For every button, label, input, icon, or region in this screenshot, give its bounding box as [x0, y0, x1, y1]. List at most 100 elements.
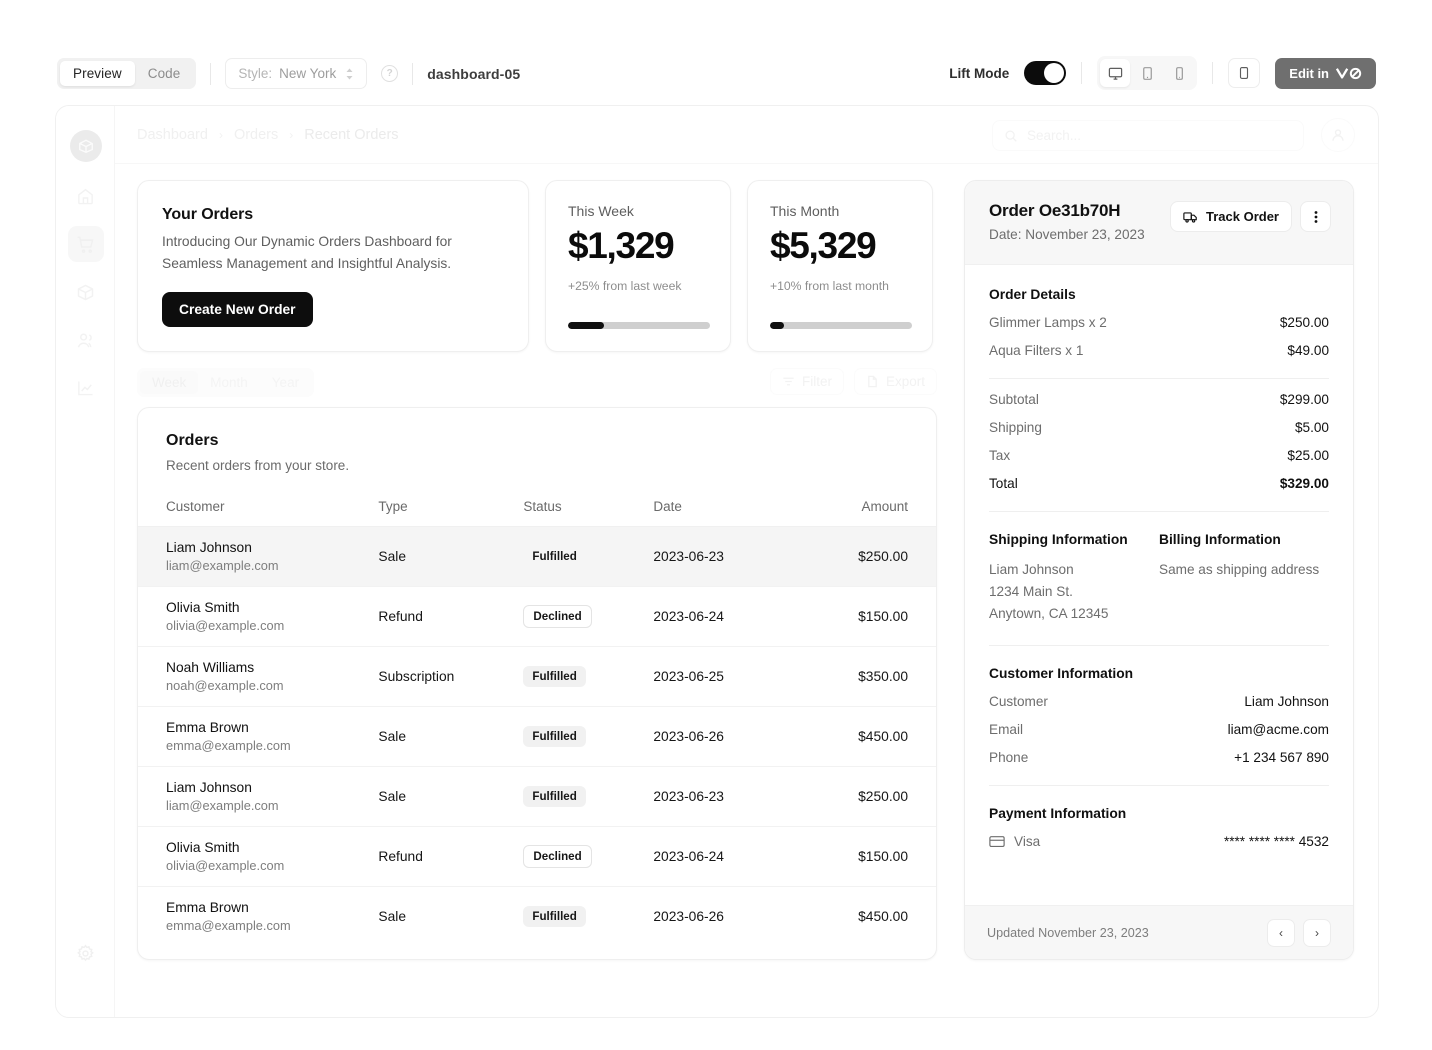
table-row[interactable]: Olivia Smitholivia@example.comRefundDecl… [138, 587, 936, 647]
table-row[interactable]: Noah Williamsnoah@example.comSubscriptio… [138, 647, 936, 707]
cell-status: Declined [523, 827, 653, 887]
style-select[interactable]: Style: New York [225, 58, 367, 89]
column-header-date[interactable]: Date [653, 499, 813, 527]
sidebar-item-home[interactable] [68, 178, 104, 214]
tablet-view-button[interactable] [1132, 59, 1162, 87]
page-topbar: Dashboard › Orders › Recent Orders Searc… [115, 106, 1378, 164]
cell-status: Declined [523, 587, 653, 647]
period-tabs[interactable]: Week Month Year [137, 368, 314, 397]
shipping-address: Liam Johnson1234 Main St.Anytown, CA 123… [989, 559, 1159, 625]
order-panel-body: Order Details Glimmer Lamps x 2$250.00Aq… [965, 265, 1353, 849]
customer-row-value: +1 234 567 890 [1234, 750, 1329, 765]
desktop-view-button[interactable] [1100, 59, 1130, 87]
search-input[interactable]: Search... [992, 120, 1304, 151]
line-item-label: Glimmer Lamps x 2 [989, 315, 1107, 330]
export-button[interactable]: Export [854, 368, 937, 395]
table-row[interactable]: Liam Johnsonliam@example.comSaleFulfille… [138, 527, 936, 587]
device-size-group[interactable] [1097, 56, 1197, 90]
toolbar-divider-3 [1081, 62, 1082, 84]
cell-date: 2023-06-26 [653, 707, 813, 767]
stat-value-week: $1,329 [568, 225, 708, 267]
tab-year[interactable]: Year [260, 371, 311, 394]
breadcrumb-dashboard[interactable]: Dashboard [137, 127, 208, 143]
customer-info: Customer Information CustomerLiam Johnso… [989, 666, 1329, 765]
customer-email: emma@example.com [166, 918, 378, 933]
filter-button[interactable]: Filter [770, 368, 844, 395]
tab-month[interactable]: Month [198, 371, 260, 394]
cell-date: 2023-06-24 [653, 827, 813, 887]
column-header-status[interactable]: Status [523, 499, 653, 527]
status-badge: Fulfilled [523, 666, 585, 687]
customer-name: Liam Johnson [166, 780, 378, 795]
total-amount: $5.00 [1295, 420, 1329, 435]
more-options-icon[interactable] [1300, 201, 1331, 232]
table-row[interactable]: Emma Brownemma@example.comSaleFulfilled2… [138, 707, 936, 767]
truck-icon [1183, 210, 1198, 224]
tab-code[interactable]: Code [135, 61, 194, 86]
copy-icon[interactable] [1228, 58, 1260, 88]
tab-preview[interactable]: Preview [60, 61, 135, 86]
your-orders-card: Your Orders Introducing Our Dynamic Orde… [137, 180, 529, 352]
status-badge: Fulfilled [523, 726, 585, 747]
status-badge: Fulfilled [523, 546, 585, 567]
preview-code-segmented-control[interactable]: Preview Code [57, 58, 196, 89]
cell-type: Sale [378, 887, 523, 947]
total-amount: $299.00 [1280, 392, 1329, 407]
sidebar-item-analytics[interactable] [68, 370, 104, 406]
toolbar-left-group: Preview Code Style: New York ? dashboard… [57, 58, 520, 89]
cell-type: Sale [378, 527, 523, 587]
sidebar-item-products[interactable] [68, 274, 104, 310]
stat-card-this-week: This Week $1,329 +25% from last week [545, 180, 731, 352]
cell-status: Fulfilled [523, 707, 653, 767]
column-header-customer[interactable]: Customer [138, 499, 378, 527]
order-panel-header: Order Oe31b70H Date: November 23, 2023 T… [965, 181, 1353, 265]
previous-order-button[interactable]: ‹ [1267, 919, 1295, 947]
order-detail-panel: Order Oe31b70H Date: November 23, 2023 T… [964, 180, 1354, 960]
toolbar-divider-2 [412, 63, 413, 85]
avatar[interactable] [1321, 118, 1355, 152]
payment-info: Payment Information Visa **** **** **** … [989, 806, 1329, 849]
total-row: Tax$25.00 [989, 448, 1329, 463]
mobile-view-button[interactable] [1164, 59, 1194, 87]
customer-row-label: Email [989, 722, 1023, 737]
table-row[interactable]: Olivia Smitholivia@example.comRefundDecl… [138, 827, 936, 887]
customer-email: olivia@example.com [166, 858, 378, 873]
line-item: Glimmer Lamps x 2$250.00 [989, 315, 1329, 330]
total-row: Total$329.00 [989, 476, 1329, 491]
cell-customer: Emma Brownemma@example.com [138, 887, 378, 947]
filter-label: Filter [802, 374, 832, 389]
edit-in-v0-button[interactable]: Edit in [1275, 58, 1376, 89]
total-label: Subtotal [989, 392, 1039, 407]
tab-week[interactable]: Week [140, 371, 198, 394]
customer-row-value: liam@acme.com [1228, 722, 1329, 737]
column-header-amount[interactable]: Amount [813, 499, 936, 527]
cell-status: Fulfilled [523, 887, 653, 947]
breadcrumb-separator-1: › [219, 128, 223, 142]
your-orders-title: Your Orders [162, 206, 504, 224]
divider-customer [989, 785, 1329, 786]
payment-method: Visa [989, 834, 1040, 849]
lift-mode-toggle[interactable] [1024, 61, 1066, 85]
v0-logo-icon [1336, 67, 1362, 80]
sidebar-item-customers[interactable] [68, 322, 104, 358]
create-new-order-button[interactable]: Create New Order [162, 292, 313, 327]
next-order-button[interactable]: › [1303, 919, 1331, 947]
orders-card-header: Orders Recent orders from your store. [138, 432, 936, 473]
table-row[interactable]: Liam Johnsonliam@example.comSaleFulfille… [138, 767, 936, 827]
column-header-type[interactable]: Type [378, 499, 523, 527]
sidebar-item-settings[interactable] [68, 935, 104, 971]
sidebar-item-orders[interactable] [68, 226, 104, 262]
cell-type: Sale [378, 707, 523, 767]
track-order-button[interactable]: Track Order [1170, 201, 1292, 232]
customer-email: emma@example.com [166, 738, 378, 753]
lift-mode-label: Lift Mode [949, 66, 1009, 81]
stat-sub-month: +10% from last month [770, 279, 910, 293]
order-details-title: Order Details [989, 287, 1329, 302]
help-icon[interactable]: ? [381, 65, 398, 82]
breadcrumb-separator-2: › [289, 128, 293, 142]
cell-type: Sale [378, 767, 523, 827]
table-row[interactable]: Emma Brownemma@example.comSaleFulfilled2… [138, 887, 936, 947]
breadcrumb-orders[interactable]: Orders [234, 127, 278, 143]
cell-date: 2023-06-25 [653, 647, 813, 707]
app-logo[interactable] [70, 130, 102, 162]
